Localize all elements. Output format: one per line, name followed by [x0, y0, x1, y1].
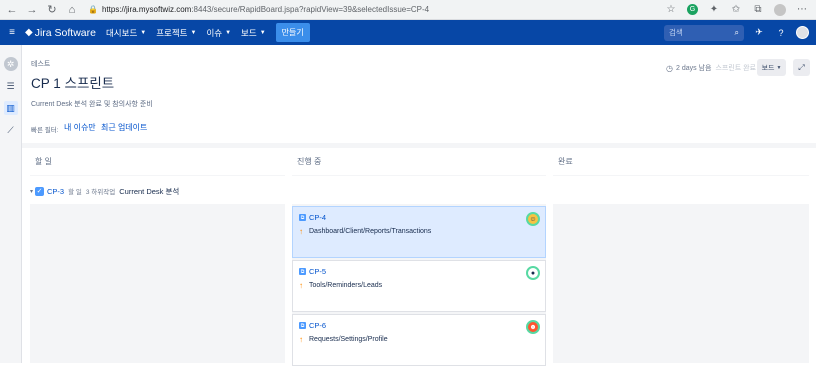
priority-arrow-icon: ↑	[299, 335, 303, 344]
browser-profile-avatar[interactable]	[774, 3, 786, 16]
url-path: :8443/secure/RapidBoard.jspa?rapidView=3…	[191, 5, 430, 14]
search-input[interactable]: 검색 ⌕	[664, 24, 744, 41]
swimlane-status: 할 일	[68, 189, 82, 196]
reports-icon[interactable]: ⟋	[4, 123, 18, 137]
breadcrumb[interactable]: 테스트	[31, 59, 50, 69]
sprint-time-remaining: ◷ 2 days 남음 스프린트 완료	[666, 63, 756, 73]
swimlane-header[interactable]: ▾ ✓ CP-3 할 일 3 하위작업 Current Desk 분석	[30, 184, 179, 198]
sprint-goal: Current Desk 분석 완료 및 참의사항 준비	[31, 101, 153, 108]
reload-icon[interactable]: ↻	[44, 2, 60, 18]
card-issue-key[interactable]: CP-6	[309, 321, 326, 330]
search-placeholder: 검색	[669, 28, 683, 37]
chevron-down-icon: ▼	[140, 29, 147, 36]
card-summary: Dashboard/Client/Reports/Transactions	[309, 228, 432, 235]
active-sprint-icon[interactable]: ▥	[3, 101, 18, 115]
priority-arrow-icon: ↑	[299, 227, 303, 236]
nav-issues-label: 이슈	[206, 27, 223, 38]
jira-logo[interactable]: ◆ Jira Software	[25, 27, 96, 39]
nav-dashboards[interactable]: 대시보드 ▼	[106, 27, 146, 39]
logo-text: Jira Software	[34, 26, 96, 39]
expand-icon: ⤢	[798, 62, 805, 72]
card-issue-key[interactable]: CP-4	[309, 213, 326, 222]
nav-projects[interactable]: 프로젝트 ▼	[156, 27, 196, 39]
create-button[interactable]: 만들기	[275, 23, 310, 42]
quick-filter-my-issues[interactable]: 내 이슈만	[64, 122, 96, 133]
url-host: https://jira.mysoftwiz.com	[101, 5, 192, 14]
column-done	[553, 204, 809, 363]
address-bar[interactable]: 🔒 https://jira.mysoftwiz.com :8443/secur…	[88, 5, 429, 14]
favorites-icon[interactable]: ✩	[730, 4, 742, 15]
jira-logo-icon: ◆	[25, 27, 33, 38]
clock-icon: ◷	[666, 63, 673, 73]
assignee-avatar[interactable]: ●	[526, 266, 540, 280]
issue-card[interactable]: ⧉ CP-5 ↑ Tools/Reminders/Leads ●	[292, 260, 546, 312]
story-type-icon: ✓	[35, 186, 45, 196]
nav-issues[interactable]: 이슈 ▼	[206, 27, 231, 39]
swimlane-subtask-count: 3 하위작업	[85, 189, 116, 196]
subtask-type-icon: ⧉	[299, 268, 306, 275]
nav-dashboards-label: 대시보드	[105, 27, 138, 38]
board-menu-button[interactable]: 보드 ▼	[757, 59, 786, 76]
page-title: CP 1 스프린트	[31, 76, 115, 91]
complete-sprint-link[interactable]: 스프린트 완료	[715, 63, 756, 73]
home-icon[interactable]: ⌂	[64, 2, 80, 18]
project-avatar-icon[interactable]: ✲	[3, 57, 18, 71]
quick-filter-recently-updated[interactable]: 최근 업데이트	[101, 122, 147, 133]
board-button-label: 보드	[761, 64, 775, 72]
quick-filters-label: 빠른 필터:	[31, 127, 59, 134]
issue-card[interactable]: ⧉ CP-6 ↑ Requests/Settings/Profile ☻	[292, 314, 546, 366]
assignee-avatar[interactable]: ☻	[526, 320, 540, 334]
column-header-todo: 할 일	[30, 148, 285, 176]
project-sidebar: ✲ ☰ ▥ ⟋	[0, 45, 22, 363]
chevron-down-icon: ▼	[259, 29, 266, 36]
chevron-down-icon: ▼	[190, 29, 197, 36]
issue-card[interactable]: ⧉ CP-4 ↑ Dashboard/Client/Reports/Transa…	[292, 206, 546, 258]
fullscreen-button[interactable]: ⤢	[793, 59, 810, 76]
lock-icon: 🔒	[88, 5, 98, 14]
nav-boards-label: 보드	[241, 27, 257, 38]
priority-arrow-icon: ↑	[299, 281, 303, 290]
days-remaining: 2 days 남음	[675, 65, 712, 72]
chevron-down-icon: ▼	[776, 64, 782, 71]
extension-icon[interactable]: G	[687, 4, 698, 15]
card-summary: Tools/Reminders/Leads	[309, 282, 383, 289]
chevron-down-icon[interactable]: ▾	[30, 188, 33, 195]
card-issue-key[interactable]: CP-5	[309, 267, 326, 276]
column-header-done: 완료	[553, 148, 809, 176]
user-avatar[interactable]	[796, 26, 809, 39]
chevron-down-icon: ▼	[225, 29, 232, 36]
backlog-icon[interactable]: ☰	[4, 79, 18, 93]
help-icon[interactable]: ?	[774, 28, 788, 38]
forward-icon[interactable]: →	[24, 2, 40, 18]
collections-icon[interactable]: ⧉	[752, 4, 764, 15]
card-summary: Requests/Settings/Profile	[309, 336, 388, 343]
back-icon[interactable]: ←	[4, 2, 20, 18]
notifications-icon[interactable]: ✈	[752, 27, 766, 38]
swimlane-issue-key[interactable]: CP-3	[47, 187, 64, 196]
more-icon[interactable]: ⋯	[796, 4, 808, 15]
swimlane-summary: Current Desk 분석	[119, 186, 180, 196]
app-switcher-icon[interactable]: ≡	[3, 27, 21, 38]
bookmark-star-icon[interactable]: ☆	[665, 4, 677, 15]
jira-top-nav: ≡ ◆ Jira Software 대시보드 ▼ 프로젝트 ▼ 이슈 ▼ 보드 ▼ 만들…	[0, 20, 816, 45]
assignee-avatar[interactable]: ☺	[526, 212, 540, 226]
nav-boards[interactable]: 보드 ▼	[241, 27, 266, 39]
search-icon: ⌕	[734, 27, 739, 37]
subtask-type-icon: ⧉	[299, 322, 306, 329]
column-header-in-progress: 진행 중	[292, 148, 546, 176]
subtask-type-icon: ⧉	[299, 214, 306, 221]
nav-projects-label: 프로젝트	[156, 27, 188, 38]
column-todo	[30, 204, 285, 363]
puzzle-icon[interactable]: ✦	[708, 4, 720, 15]
browser-toolbar: ← → ↻ ⌂ 🔒 https://jira.mysoftwiz.com :84…	[0, 0, 816, 20]
